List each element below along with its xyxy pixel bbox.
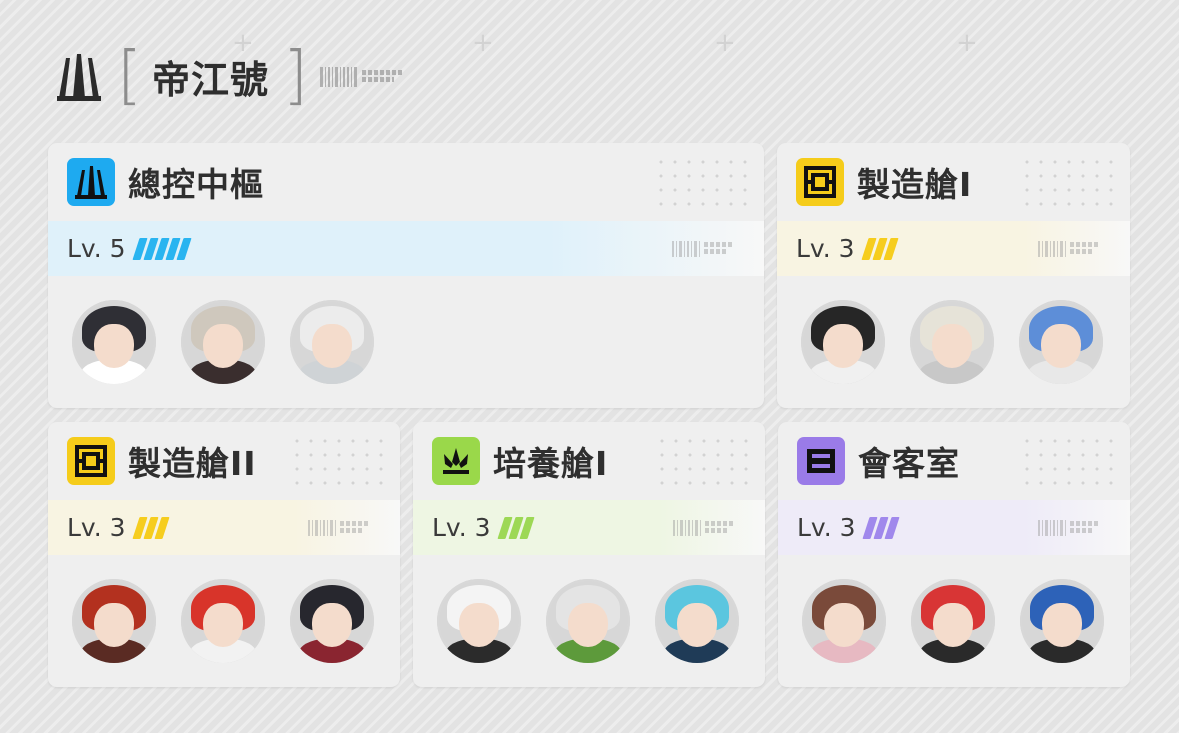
character-avatar-14[interactable] [911, 579, 995, 663]
level-stripes [132, 516, 170, 539]
level-text: Lv. 3 [797, 513, 856, 542]
room-card[interactable]: 製造艙II Lv. 3 [48, 422, 400, 687]
control-tower-icon [67, 158, 115, 206]
assigned-operators [48, 579, 400, 663]
level-text: Lv. 3 [796, 234, 855, 263]
room-name: 總控中樞 [128, 165, 264, 204]
room-name: 製造艙I [857, 165, 973, 204]
assigned-operators [48, 300, 764, 384]
room-card[interactable]: 會客室 Lv. 3 [778, 422, 1130, 687]
band-code-decoration [1038, 239, 1100, 257]
character-avatar-5[interactable] [910, 300, 994, 384]
cultivation-icon [432, 437, 480, 485]
header-bracket-right: ] [282, 39, 308, 113]
character-avatar-11[interactable] [546, 579, 630, 663]
level-band: Lv. 3 [48, 500, 400, 555]
character-avatar-13[interactable] [802, 579, 886, 663]
room-name: 會客室 [858, 444, 960, 483]
character-avatar-6[interactable] [1019, 300, 1103, 384]
level-stripes [497, 516, 535, 539]
level-band: Lv. 3 [777, 221, 1130, 276]
level-band: Lv. 5 [48, 221, 764, 276]
band-code-decoration [1038, 518, 1100, 536]
room-name: 製造艙II [128, 444, 257, 483]
room-name: 培養艙I [493, 444, 609, 483]
assigned-operators [777, 300, 1130, 384]
room-card-header: 總控中樞 [48, 143, 764, 221]
band-code-decoration [672, 239, 734, 257]
band-code-decoration [673, 518, 735, 536]
background-plus-icon: + [956, 28, 978, 58]
character-avatar-4[interactable] [801, 300, 885, 384]
room-card-header: 培養艙I [413, 422, 765, 500]
room-card[interactable]: 製造艙I Lv. 3 [777, 143, 1130, 408]
character-avatar-9[interactable] [290, 579, 374, 663]
character-avatar-12[interactable] [655, 579, 739, 663]
background-plus-icon: + [472, 28, 494, 58]
manufacture-icon [796, 158, 844, 206]
dot-grid-decoration [1020, 434, 1120, 492]
character-avatar-2[interactable] [181, 300, 265, 384]
character-avatar-1[interactable] [72, 300, 156, 384]
level-stripes [862, 516, 900, 539]
character-avatar-8[interactable] [181, 579, 265, 663]
dot-grid-decoration [654, 155, 754, 213]
level-band: Lv. 3 [778, 500, 1130, 555]
level-stripes [861, 237, 899, 260]
character-avatar-3[interactable] [290, 300, 374, 384]
header-code-decoration [319, 65, 402, 87]
level-band: Lv. 3 [413, 500, 765, 555]
character-avatar-15[interactable] [1020, 579, 1104, 663]
dot-grid-decoration [655, 434, 755, 492]
room-card[interactable]: 總控中樞 Lv. 5 [48, 143, 764, 408]
character-avatar-7[interactable] [72, 579, 156, 663]
level-text: Lv. 3 [432, 513, 491, 542]
character-avatar-10[interactable] [437, 579, 521, 663]
base-header: [ 帝江號 ] [55, 44, 402, 108]
background-plus-icon: + [714, 28, 736, 58]
band-code-decoration [308, 518, 370, 536]
level-stripes [132, 237, 192, 260]
room-card[interactable]: 培養艙I Lv. 3 [413, 422, 765, 687]
manufacture-icon [67, 437, 115, 485]
triple-tower-logo-icon [57, 54, 101, 101]
assigned-operators [413, 579, 765, 663]
header-bracket-left: [ [117, 39, 142, 113]
room-card-header: 製造艙II [48, 422, 400, 500]
dot-grid-decoration [290, 434, 390, 492]
reception-icon [797, 437, 845, 485]
room-card-header: 製造艙I [777, 143, 1130, 221]
base-title: 帝江號 [151, 57, 269, 102]
level-text: Lv. 5 [67, 234, 126, 263]
room-card-header: 會客室 [778, 422, 1130, 500]
level-text: Lv. 3 [67, 513, 126, 542]
assigned-operators [778, 579, 1130, 663]
dot-grid-decoration [1020, 155, 1120, 213]
